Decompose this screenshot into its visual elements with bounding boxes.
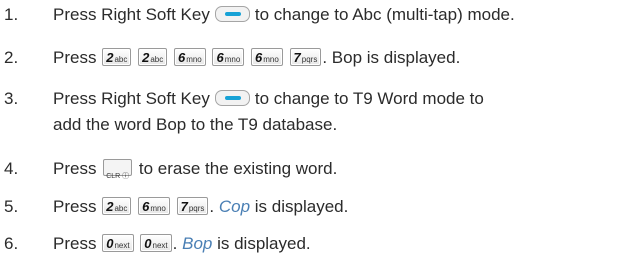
step-text: Press bbox=[53, 197, 97, 216]
key-6-icon: 6mno bbox=[138, 196, 170, 215]
step-text: Press Right Soft Key bbox=[53, 5, 210, 24]
step-number: 5. bbox=[4, 197, 19, 216]
key-7-icon: 7pqrs bbox=[289, 47, 322, 66]
word-bop: Bop bbox=[182, 234, 213, 253]
step-text: Press bbox=[53, 234, 97, 253]
step-text: to change to T9 Word mode to bbox=[254, 89, 484, 108]
word-cop: Cop bbox=[218, 197, 251, 216]
step-text: add the word Bop to the T9 database. bbox=[53, 115, 338, 134]
step-text: . bbox=[172, 234, 183, 253]
key-6-icon: 6mno bbox=[173, 47, 206, 66]
step-text: is displayed. bbox=[212, 234, 311, 253]
key-7-icon: 7pqrs bbox=[176, 196, 209, 215]
step-text: Press bbox=[53, 48, 97, 67]
key-0-icon: 0next bbox=[140, 233, 172, 252]
step-text: is displayed. bbox=[250, 197, 349, 216]
key-6-icon: 6mno bbox=[212, 47, 245, 66]
step-text: Press Right Soft Key bbox=[53, 89, 210, 108]
key-2-icon: 2abc bbox=[102, 47, 132, 66]
step-text: . bbox=[209, 197, 219, 216]
right-soft-key-icon bbox=[214, 89, 250, 106]
clr-key-icon: CLR ⓘ bbox=[103, 159, 133, 180]
step-text: to change to Abc (multi-tap) mode. bbox=[254, 5, 515, 24]
step-number: 1. bbox=[4, 5, 19, 24]
key-2-icon: 2abc bbox=[102, 196, 132, 215]
step-number: 3. bbox=[4, 89, 19, 108]
key-2-icon: 2abc bbox=[138, 47, 168, 66]
step-text: . Bop is displayed. bbox=[322, 48, 461, 67]
step-number: 2. bbox=[4, 48, 19, 67]
instruction-steps: 1. Press Right Soft Key to change to Abc … bbox=[0, 0, 624, 262]
step-text: Press bbox=[53, 159, 97, 178]
right-soft-key-icon bbox=[214, 5, 250, 22]
step-number: 4. bbox=[4, 159, 19, 178]
step-text: to erase the existing word. bbox=[138, 159, 338, 178]
key-0-icon: 0next bbox=[102, 233, 134, 252]
step-number: 6. bbox=[4, 234, 19, 253]
key-6-icon: 6mno bbox=[251, 47, 283, 66]
